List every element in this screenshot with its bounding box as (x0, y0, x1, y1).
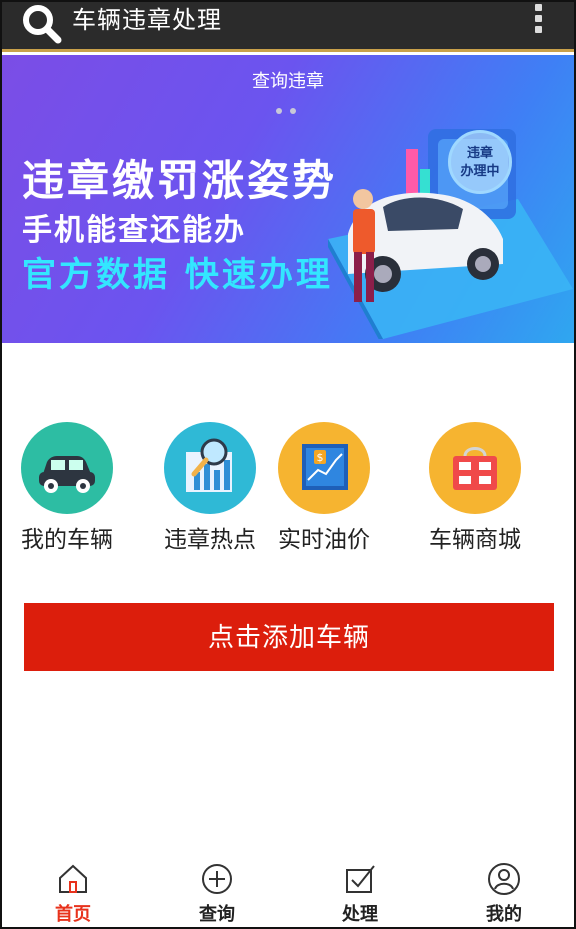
banner-tagline: 官方数据 快速办理 (22, 255, 333, 295)
price-chart-icon: $ (278, 422, 370, 514)
query-icon (202, 864, 232, 894)
badge-line-2: 办理中 (460, 164, 500, 179)
nav-item-mine[interactable]: 我的 (454, 862, 554, 927)
banner-subline: 手机能查还能办 (22, 213, 246, 248)
grid-label: 我的车辆 (21, 527, 113, 553)
carousel-dot[interactable] (276, 108, 282, 114)
grid-item-violation-hotspot[interactable]: 违章热点 (150, 422, 270, 557)
grid-label: 违章热点 (164, 527, 256, 553)
badge-line-1: 违章 (466, 146, 493, 161)
grid-label: 实时油价 (278, 527, 370, 553)
app-frame: 车辆违章处理 查询违章 违章缴罚涨姿势 手机能查还能办 官方数据 快速办理 违章… (0, 0, 576, 929)
grid-label: 车辆商城 (429, 527, 521, 553)
grid-item-oil-price[interactable]: $ 实时油价 (264, 422, 384, 557)
top-bar: 车辆违章处理 (2, 2, 574, 52)
nav-item-query[interactable]: 查询 (167, 862, 267, 927)
car-icon (21, 422, 113, 514)
nav-label: 处理 (342, 904, 378, 925)
nav-item-handle[interactable]: 处理 (310, 862, 410, 927)
magnifier-chart-icon (164, 422, 256, 514)
nav-item-home[interactable]: 首页 (23, 862, 123, 927)
svg-text:$: $ (317, 451, 324, 464)
car-illustration (328, 129, 573, 339)
processing-badge: 违章 办理中 (448, 130, 512, 194)
search-icon[interactable] (20, 4, 62, 44)
more-vertical-icon[interactable] (532, 4, 544, 36)
nav-label: 查询 (199, 904, 235, 925)
nav-label: 我的 (486, 904, 522, 925)
bottom-nav: 首页 查询 处理 我的 (2, 854, 574, 927)
home-icon (59, 864, 87, 893)
shopping-bag-icon (429, 422, 521, 514)
nav-label: 首页 (55, 904, 91, 925)
promo-banner[interactable]: 查询违章 违章缴罚涨姿势 手机能查还能办 官方数据 快速办理 违章 办理中 (2, 55, 574, 343)
grid-item-my-car[interactable]: 我的车辆 (7, 422, 127, 557)
add-vehicle-button[interactable]: 点击添加车辆 (24, 603, 554, 671)
grid-item-car-mall[interactable]: 车辆商城 (415, 422, 535, 557)
checkbox-icon (346, 865, 375, 893)
app-title: 车辆违章处理 (72, 6, 222, 34)
user-icon (488, 863, 520, 895)
